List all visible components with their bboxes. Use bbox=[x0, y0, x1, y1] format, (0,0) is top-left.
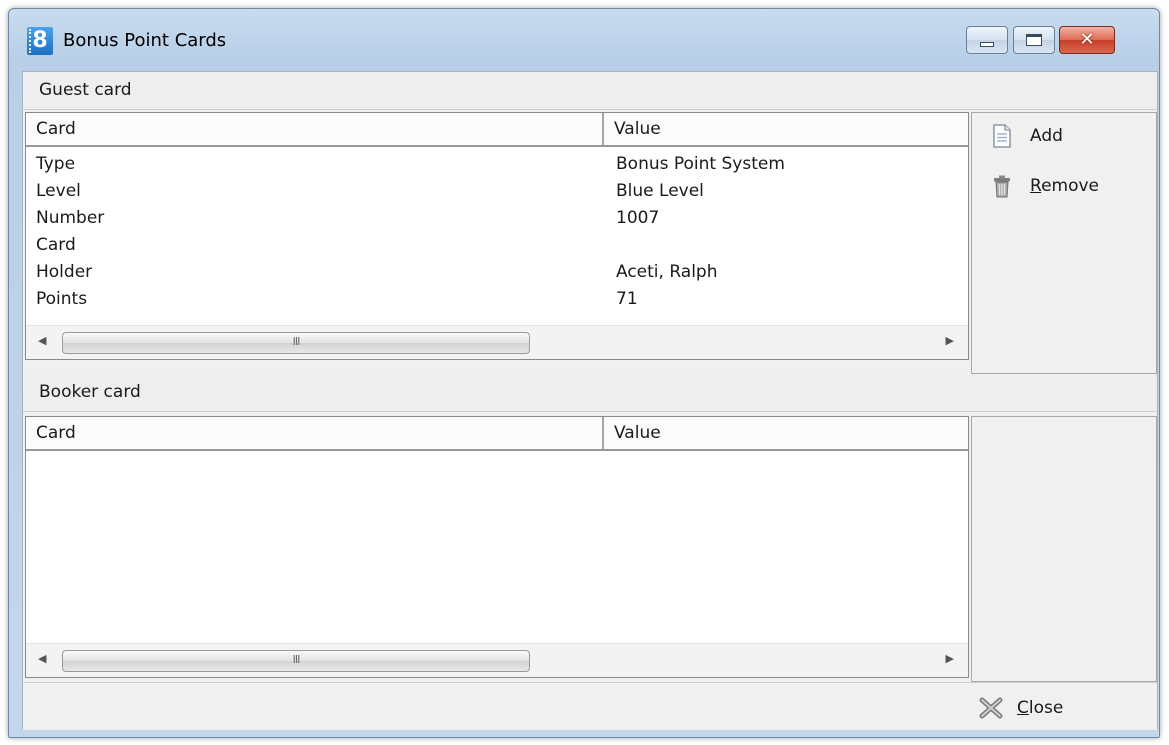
remove-label: Remove bbox=[1030, 176, 1100, 196]
guest-grid-rows: Type Bonus Point System Level Blue Level… bbox=[26, 151, 968, 313]
close-x-icon bbox=[979, 697, 1003, 719]
add-button[interactable]: Add bbox=[992, 121, 1063, 151]
close-button[interactable]: Close bbox=[979, 693, 1063, 723]
booker-grid-header: Card Value bbox=[26, 417, 968, 451]
add-label: Add bbox=[1030, 126, 1063, 146]
dialog-window: 8 Bonus Point Cards ✕ Guest card Card Va… bbox=[8, 8, 1160, 738]
guest-grid-header: Card Value bbox=[26, 113, 968, 147]
table-row[interactable]: Level Blue Level bbox=[26, 178, 968, 205]
title-bar[interactable]: 8 Bonus Point Cards ✕ bbox=[9, 9, 1159, 71]
column-header-value[interactable]: Value bbox=[604, 417, 968, 449]
booker-card-header: Booker card bbox=[23, 374, 1157, 412]
column-header-card[interactable]: Card bbox=[26, 113, 604, 145]
document-icon bbox=[993, 124, 1011, 148]
dialog-footer: Close bbox=[23, 682, 1157, 730]
row-card-cell: Level bbox=[36, 181, 81, 201]
row-value-cell: 71 bbox=[616, 289, 638, 309]
row-card-cell: Holder bbox=[36, 262, 93, 282]
row-value-cell: 1007 bbox=[616, 208, 660, 228]
scroll-left-arrow-icon[interactable]: ◀ bbox=[38, 652, 46, 665]
table-row[interactable]: Points 71 bbox=[26, 286, 968, 313]
guest-card-header: Guest card bbox=[23, 72, 1157, 110]
scroll-right-arrow-icon[interactable]: ▶ bbox=[946, 652, 954, 665]
row-card-cell: Card bbox=[36, 235, 76, 255]
close-icon: ✕ bbox=[1079, 29, 1095, 50]
table-row[interactable]: Holder Aceti, Ralph bbox=[26, 259, 968, 286]
scroll-thumb[interactable]: III bbox=[62, 332, 530, 354]
dialog-content: Guest card Card Value Type Bonus Point S… bbox=[22, 71, 1158, 730]
table-row[interactable]: Type Bonus Point System bbox=[26, 151, 968, 178]
row-card-cell: Number bbox=[36, 208, 105, 228]
guest-actions-panel: Add Remove bbox=[971, 112, 1157, 374]
window-close-button[interactable]: ✕ bbox=[1059, 26, 1115, 54]
row-value-cell: Aceti, Ralph bbox=[616, 262, 718, 282]
app-logo-icon: 8 bbox=[27, 27, 53, 55]
table-row[interactable]: Card bbox=[26, 232, 968, 259]
row-value-cell: Bonus Point System bbox=[616, 154, 785, 174]
maximize-icon bbox=[1026, 34, 1042, 46]
column-header-value[interactable]: Value bbox=[604, 113, 968, 145]
guest-horizontal-scrollbar[interactable]: ◀ III ▶ bbox=[26, 325, 968, 359]
maximize-button[interactable] bbox=[1013, 26, 1055, 54]
booker-actions-panel bbox=[971, 416, 1157, 682]
scroll-thumb-grip: III bbox=[292, 335, 301, 348]
scroll-thumb-grip: III bbox=[292, 653, 301, 666]
booker-horizontal-scrollbar[interactable]: ◀ III ▶ bbox=[26, 643, 968, 677]
table-row[interactable]: Number 1007 bbox=[26, 205, 968, 232]
row-value-cell: Blue Level bbox=[616, 181, 704, 201]
guest-card-grid[interactable]: Card Value Type Bonus Point System Level… bbox=[25, 112, 969, 360]
window-title: Bonus Point Cards bbox=[63, 30, 227, 51]
app-logo-glyph: 8 bbox=[32, 28, 48, 53]
scroll-left-arrow-icon[interactable]: ◀ bbox=[38, 334, 46, 347]
column-header-card[interactable]: Card bbox=[26, 417, 604, 449]
remove-button[interactable]: Remove bbox=[992, 171, 1099, 201]
close-label: Close bbox=[1017, 698, 1064, 718]
row-card-cell: Type bbox=[36, 154, 76, 174]
scroll-thumb[interactable]: III bbox=[62, 650, 530, 672]
booker-card-grid[interactable]: Card Value ◀ III ▶ bbox=[25, 416, 969, 678]
row-card-cell: Points bbox=[36, 289, 88, 309]
minimize-button[interactable] bbox=[966, 26, 1008, 54]
trash-icon bbox=[994, 175, 1010, 198]
scroll-right-arrow-icon[interactable]: ▶ bbox=[946, 334, 954, 347]
minimize-icon bbox=[980, 41, 994, 47]
